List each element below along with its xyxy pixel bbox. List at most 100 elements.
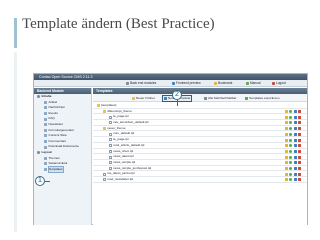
callout-1-pointer (45, 181, 50, 182)
toolbar-button-label: Alle Mehrfachhaltbar (208, 95, 237, 100)
copy-icon[interactable] (293, 115, 297, 119)
copy-icon[interactable] (293, 121, 297, 125)
folder-icon (103, 127, 106, 131)
source-icon[interactable] (289, 149, 293, 153)
delete-icon[interactable] (298, 110, 301, 114)
source-icon[interactable] (289, 178, 293, 182)
menu-item-logout[interactable]: Logout (272, 81, 286, 86)
delete-icon[interactable] (298, 115, 301, 119)
edit-icon[interactable] (284, 172, 288, 176)
edit-icon[interactable] (284, 144, 288, 148)
row-label: mod_newsletter.tpl (103, 177, 133, 183)
module-icon (44, 145, 47, 149)
source-icon[interactable] (289, 155, 293, 159)
slide-title: Template ändern (Best Practice) (22, 16, 215, 32)
file-icon (109, 149, 112, 153)
edit-icon[interactable] (284, 161, 288, 165)
module-icon (44, 134, 47, 138)
template-file-list: [templates] dbkonzept_theme fe_page.tpl nav… (93, 103, 307, 183)
content-toolbar: Neuer OrdnerNeues TemplateAlle Mehrfachh… (93, 94, 307, 102)
copy-icon[interactable] (293, 127, 297, 131)
toolbar-button[interactable]: Alle Mehrfachhaltbar (203, 96, 237, 101)
source-icon[interactable] (289, 121, 293, 125)
star-icon (214, 82, 217, 85)
source-icon[interactable] (289, 132, 293, 136)
source-icon[interactable] (289, 138, 293, 142)
callout-2: 2 (172, 90, 182, 100)
module-icon (44, 162, 47, 166)
source-icon[interactable] (289, 166, 293, 170)
copy-icon[interactable] (293, 138, 297, 142)
menu-item-grid[interactable]: Back end modules (126, 81, 156, 86)
row-actions (284, 121, 301, 125)
row-actions (284, 155, 301, 159)
file-row[interactable]: mod_newsletter.tpl (93, 177, 307, 183)
folder-icon (97, 104, 100, 108)
menu-item-label: Bookmark (218, 81, 233, 85)
row-actions (284, 110, 301, 114)
menu-item-label: Logout (276, 81, 286, 85)
delete-icon[interactable] (298, 149, 301, 153)
copy-icon[interactable] (293, 110, 297, 114)
source-icon[interactable] (289, 161, 293, 165)
row-actions (284, 138, 301, 142)
row-actions (284, 172, 301, 176)
copy-icon[interactable] (293, 172, 297, 176)
edit-icon[interactable] (284, 132, 288, 136)
delete-icon[interactable] (298, 155, 301, 159)
copy-icon[interactable] (293, 178, 297, 182)
delete-icon[interactable] (298, 127, 301, 131)
slide-side-strip (14, 52, 17, 232)
menu-item-star[interactable]: Bookmark (214, 81, 232, 86)
delete-icon[interactable] (298, 138, 301, 142)
copy-icon[interactable] (293, 144, 297, 148)
row-actions (284, 161, 301, 165)
edit-icon[interactable] (284, 166, 288, 170)
toolbar-button[interactable]: Neuer Ordner (131, 96, 156, 101)
edit-icon[interactable] (284, 110, 288, 114)
toolbar-button-label: Neuer Ordner (136, 95, 155, 100)
source-icon[interactable] (289, 144, 293, 148)
edit-icon[interactable] (284, 149, 288, 153)
copy-icon[interactable] (293, 149, 297, 153)
sidebar-item-label: Templates (47, 165, 64, 174)
copy-icon[interactable] (293, 155, 297, 159)
edit-icon[interactable] (284, 178, 288, 182)
source-icon[interactable] (289, 127, 293, 131)
edit-icon[interactable] (284, 127, 288, 131)
edit-icon[interactable] (284, 138, 288, 142)
delete-icon[interactable] (298, 121, 301, 125)
source-icon[interactable] (289, 110, 293, 114)
edit-icon[interactable] (284, 121, 288, 125)
file-icon (103, 172, 106, 176)
file-icon (109, 166, 112, 170)
callout-2-pointer (177, 100, 178, 106)
file-icon (109, 115, 112, 119)
file-icon (109, 132, 112, 136)
copy-icon[interactable] (293, 166, 297, 170)
help-icon (246, 82, 249, 85)
menu-item-label: Back end modules (130, 81, 157, 85)
delete-icon[interactable] (298, 172, 301, 176)
edit-icon[interactable] (284, 155, 288, 159)
row-actions (284, 127, 301, 131)
delete-icon[interactable] (298, 144, 301, 148)
toolbar-button[interactable]: Templates exportieren (244, 96, 280, 101)
delete-icon[interactable] (298, 132, 301, 136)
source-icon[interactable] (289, 115, 293, 119)
folder-icon (103, 110, 106, 114)
sidebar-item[interactable]: Templates (34, 165, 91, 174)
edit-icon[interactable] (284, 115, 288, 119)
source-icon[interactable] (289, 172, 293, 176)
copy-icon[interactable] (293, 161, 297, 165)
copy-icon[interactable] (293, 132, 297, 136)
menu-item-preview[interactable]: Frontend preview (172, 81, 201, 86)
module-tree: Inhalte Artikel Nachrichten Events FAQ Newsle… (34, 94, 91, 174)
module-icon (44, 128, 47, 132)
module-icon (44, 140, 47, 144)
delete-icon[interactable] (298, 161, 301, 165)
delete-icon[interactable] (298, 166, 301, 170)
menu-item-help[interactable]: Manual (246, 81, 260, 86)
delete-icon[interactable] (298, 178, 301, 182)
row-actions (284, 144, 301, 148)
